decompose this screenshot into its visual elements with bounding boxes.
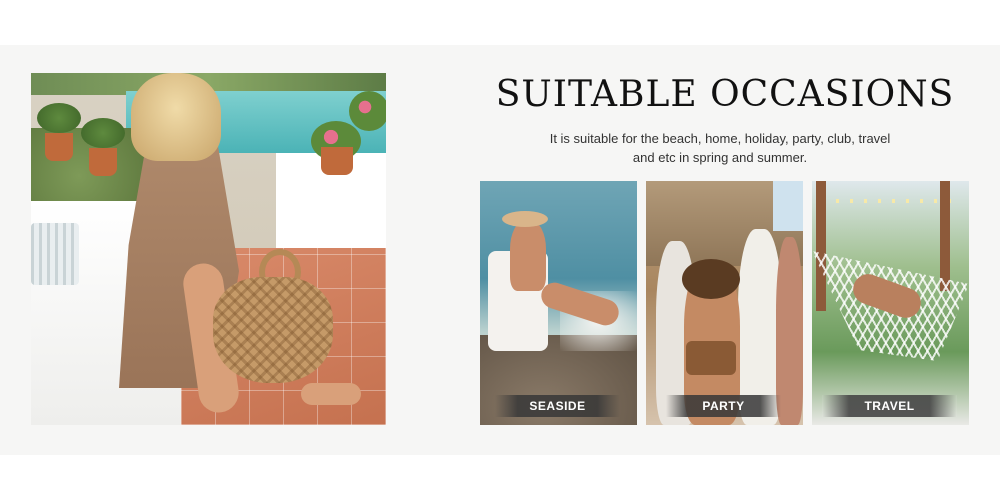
flower-pot — [45, 133, 73, 161]
sky — [773, 181, 803, 231]
occasion-card-party: PARTY — [646, 181, 803, 425]
section-title: SUITABLE OCCASIONS — [495, 74, 955, 115]
main-product-photo — [31, 73, 386, 425]
straw-bag — [213, 277, 333, 383]
sun-hat — [502, 211, 548, 227]
wooden-post — [940, 181, 950, 291]
potted-plant — [37, 103, 81, 133]
occasion-label: SEASIDE — [495, 395, 620, 417]
occasion-label: PARTY — [666, 395, 781, 417]
occasion-label: TRAVEL — [822, 395, 957, 417]
section-subtitle: It is suitable for the beach, home, holi… — [500, 129, 940, 167]
flower-pot — [89, 148, 117, 176]
flower-bush — [349, 91, 386, 131]
occasion-card-seaside: SEASIDE — [480, 181, 637, 425]
wooden-post — [816, 181, 826, 311]
occasion-card-travel: TRAVEL — [812, 181, 969, 425]
subtitle-line-1: It is suitable for the beach, home, holi… — [549, 131, 891, 146]
model-hair — [131, 73, 221, 161]
striped-cushion — [31, 223, 79, 285]
flower-pot — [321, 147, 353, 175]
potted-plant — [81, 118, 125, 148]
model-foot — [301, 383, 361, 405]
subtitle-line-2: and etc in spring and summer. — [632, 150, 808, 165]
model-hair — [682, 259, 740, 299]
model — [510, 221, 546, 291]
swimsuit — [686, 341, 736, 375]
